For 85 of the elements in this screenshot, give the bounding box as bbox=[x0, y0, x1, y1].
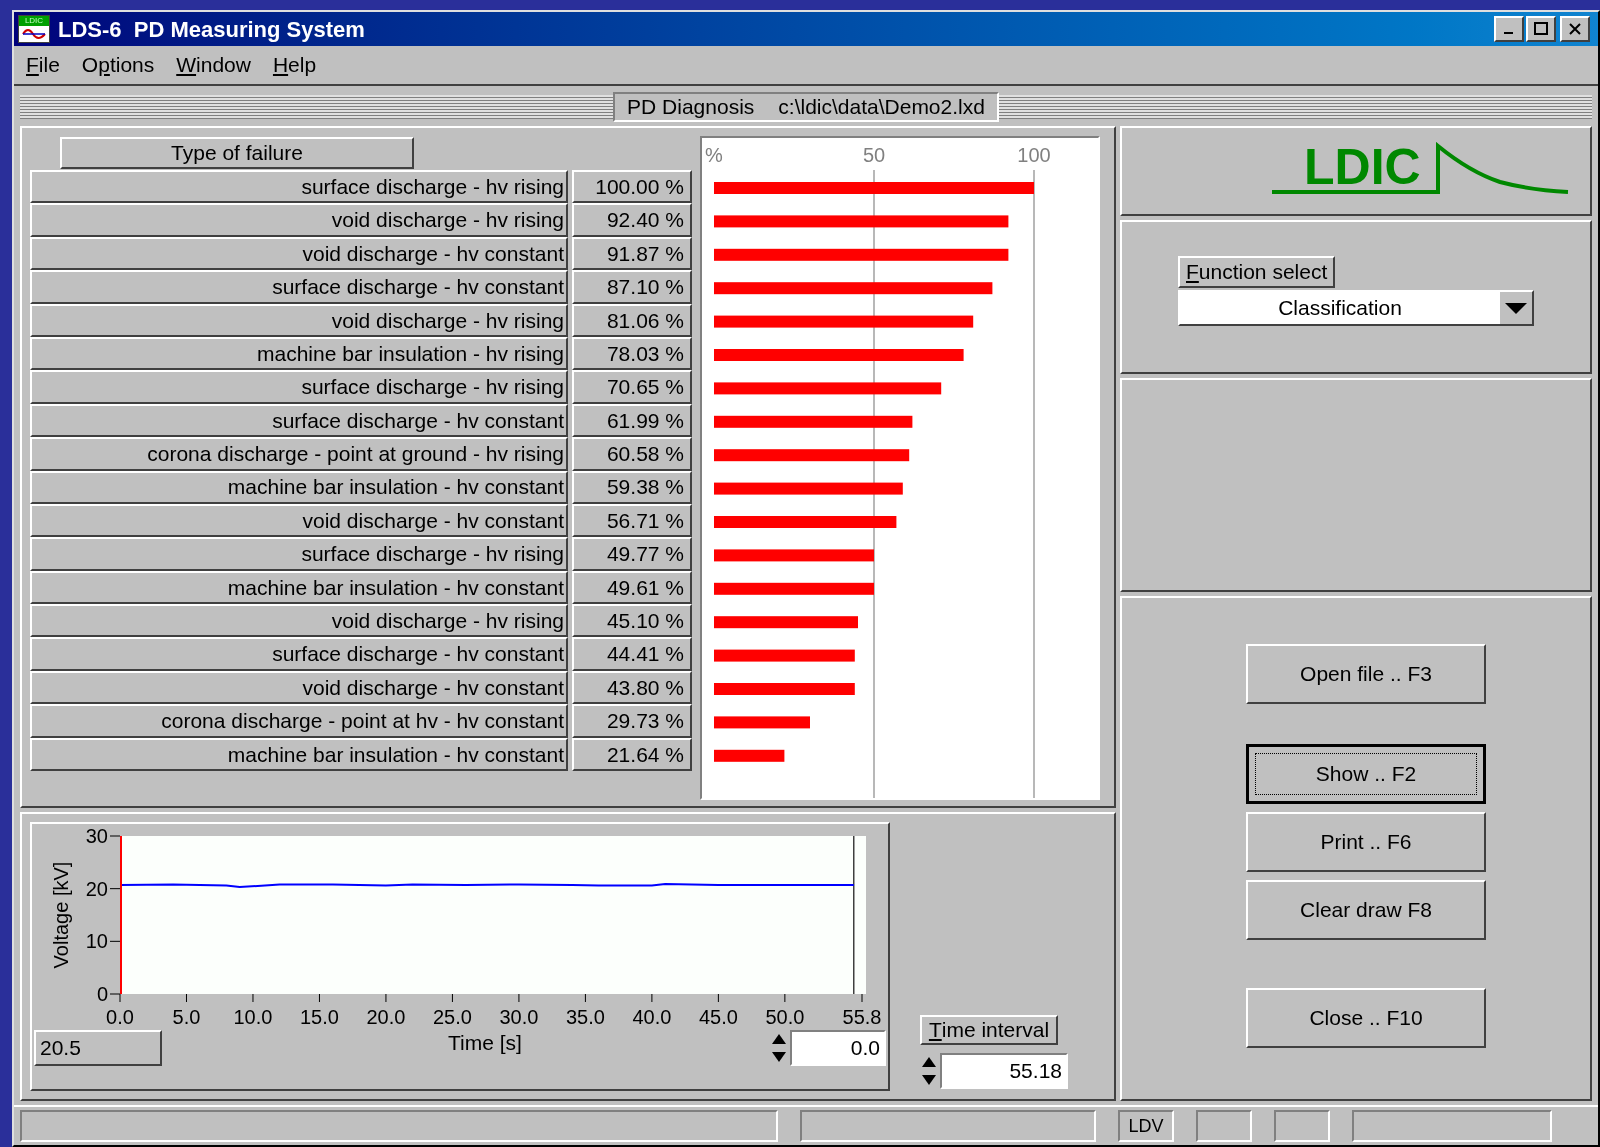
close-icon[interactable] bbox=[1560, 16, 1590, 42]
percent-cell: 44.41 % bbox=[572, 637, 692, 671]
percent-cell: 78.03 % bbox=[572, 336, 692, 371]
function-select-label: Function select bbox=[1178, 256, 1336, 288]
maximize-icon[interactable] bbox=[1526, 16, 1556, 42]
cursor-reading: 20.5 bbox=[34, 1030, 162, 1066]
axis-tick-label: 25.0 bbox=[432, 1006, 472, 1028]
axis-tick-label: 55.8 bbox=[842, 1006, 882, 1028]
failure-type-cell: corona discharge - point at ground - hv rising bbox=[30, 437, 568, 471]
time-interval-label: Time interval bbox=[920, 1015, 1058, 1045]
command-button[interactable]: Clear draw F8 bbox=[1246, 880, 1486, 940]
percent-cell: 91.87 % bbox=[572, 236, 692, 271]
percent-cell: 92.40 % bbox=[572, 203, 692, 237]
failure-type-cell: void discharge - hv constant bbox=[30, 503, 568, 538]
axis-tick-label: 0.0 bbox=[106, 1006, 134, 1028]
failure-type-cell: machine bar insulation - hv constant bbox=[30, 737, 568, 772]
failure-type-cell: surface discharge - hv constant bbox=[30, 270, 568, 304]
failure-type-cell: surface discharge - hv constant bbox=[30, 637, 568, 671]
axis-tick-label: 5.0 bbox=[172, 1006, 201, 1028]
axis-tick-label: 30 bbox=[85, 825, 108, 847]
percent-cell: 29.73 % bbox=[572, 704, 692, 738]
failure-type-cell: void discharge - hv constant bbox=[30, 236, 568, 271]
probability-bar bbox=[714, 749, 785, 762]
percent-cell: 43.80 % bbox=[572, 670, 692, 705]
failure-type-cell: machine bar insulation - hv constant bbox=[30, 470, 568, 504]
percent-cell: 56.71 % bbox=[572, 503, 692, 538]
axis-tick-label: 10 bbox=[85, 930, 108, 953]
failure-type-cell: surface discharge - hv rising bbox=[30, 537, 568, 571]
percent-cell: 61.99 % bbox=[572, 403, 692, 438]
status-bar-cell bbox=[1196, 1110, 1252, 1142]
percent-cell: 70.65 % bbox=[572, 370, 692, 404]
percent-cell: 81.06 % bbox=[572, 303, 692, 337]
column-header: Type of failure bbox=[60, 137, 414, 169]
failure-type-cell: surface discharge - hv rising bbox=[30, 170, 568, 204]
failure-type-cell: machine bar insulation - hv constant bbox=[30, 570, 568, 605]
axis-tick-label: 20 bbox=[85, 877, 108, 900]
time-interval-field[interactable]: 55.18 bbox=[940, 1053, 1068, 1089]
command-button[interactable]: Show .. F2 bbox=[1246, 744, 1486, 804]
axis-tick-label: % bbox=[705, 144, 723, 166]
mode-label: PD Diagnosis bbox=[627, 94, 755, 121]
failure-type-cell: surface discharge - hv constant bbox=[30, 403, 568, 438]
percent-cell: 49.77 % bbox=[572, 537, 692, 571]
minimize-icon[interactable] bbox=[1494, 16, 1524, 42]
failure-type-cell: surface discharge - hv rising bbox=[30, 370, 568, 404]
percent-cell: 21.64 % bbox=[572, 737, 692, 772]
logo-text: LDIC bbox=[1304, 142, 1421, 192]
percent-cell: 45.10 % bbox=[572, 604, 692, 638]
start-time-field[interactable]: 0.0 bbox=[790, 1030, 886, 1066]
axis-tick-label: 40.0 bbox=[632, 1006, 672, 1028]
axis-tick-label: 50.0 bbox=[765, 1006, 805, 1028]
percent-cell: 59.38 % bbox=[572, 470, 692, 504]
percent-cell: 87.10 % bbox=[572, 270, 692, 304]
axis-tick-label: 10.0 bbox=[233, 1006, 273, 1028]
percent-cell: 60.58 % bbox=[572, 437, 692, 471]
command-button[interactable]: Close .. F10 bbox=[1246, 988, 1486, 1048]
menu-item[interactable]: File bbox=[26, 49, 60, 81]
menu-item[interactable]: Options bbox=[81, 49, 155, 81]
command-button[interactable]: Open file .. F3 bbox=[1246, 644, 1486, 704]
failure-type-cell: void discharge - hv constant bbox=[30, 670, 568, 705]
axis-tick-label: 100 bbox=[1017, 144, 1051, 166]
axis-tick-label: 15.0 bbox=[300, 1006, 339, 1028]
axis-title: Voltage [kV] bbox=[50, 861, 72, 969]
window-title: LDS-6 PD Measuring System bbox=[58, 15, 366, 44]
axis-tick-label: 0 bbox=[96, 983, 108, 1005]
axis-tick-label: 20.0 bbox=[366, 1006, 406, 1028]
function-select-dropdown[interactable]: Classification bbox=[1178, 290, 1534, 326]
axis-tick-label: 50 bbox=[862, 144, 886, 166]
file-path: c:\ldic\data\Demo2.lxd bbox=[778, 94, 985, 121]
failure-type-cell: void discharge - hv rising bbox=[30, 303, 568, 337]
failure-type-cell: corona discharge - point at hv - hv constant bbox=[30, 704, 568, 738]
command-button[interactable]: Print .. F6 bbox=[1246, 812, 1486, 872]
axis-tick-label: 30.0 bbox=[499, 1006, 539, 1028]
failure-type-cell: void discharge - hv rising bbox=[30, 604, 568, 638]
percent-cell: 49.61 % bbox=[572, 570, 692, 605]
failure-type-cell: void discharge - hv rising bbox=[30, 203, 568, 237]
axis-tick-label: 45.0 bbox=[698, 1006, 738, 1028]
failure-type-cell: machine bar insulation - hv rising bbox=[30, 336, 568, 371]
axis-title: Time [s] bbox=[448, 1030, 522, 1057]
menu-item[interactable]: Help bbox=[272, 49, 317, 81]
status-bar-cell: LDV bbox=[1118, 1110, 1174, 1142]
percent-cell: 100.00 % bbox=[572, 170, 692, 204]
menu-item[interactable]: Window bbox=[176, 49, 251, 81]
axis-tick-label: 35.0 bbox=[565, 1006, 605, 1028]
app-icon: LDIC bbox=[18, 15, 50, 43]
status-bar-cell bbox=[1274, 1110, 1330, 1142]
